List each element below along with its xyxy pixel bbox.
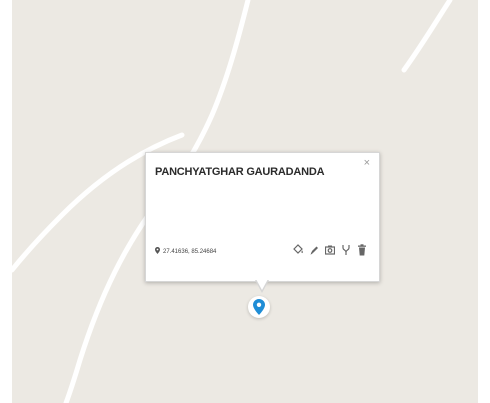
trash-icon[interactable] — [357, 243, 367, 256]
place-title: PANCHYATGHAR GAURADANDA — [155, 166, 325, 178]
popup-tail — [256, 279, 268, 290]
close-icon[interactable]: × — [364, 158, 370, 169]
info-popup: PANCHYATGHAR GAURADANDA × 27.41636, 85.2… — [145, 152, 380, 282]
fork-icon[interactable] — [341, 243, 351, 255]
screenshot-frame: PANCHYATGHAR GAURADANDA × 27.41636, 85.2… — [0, 0, 490, 403]
paint-bucket-icon[interactable] — [293, 243, 303, 255]
popup-actions — [293, 243, 367, 256]
camera-icon[interactable] — [324, 243, 336, 255]
map-pin-icon[interactable] — [248, 296, 270, 318]
pencil-icon[interactable] — [309, 243, 319, 255]
coordinates-row: 27.41636, 85.24684 — [155, 247, 216, 256]
road-top-right — [401, 0, 453, 73]
location-pin-icon — [155, 247, 160, 256]
coordinates-text: 27.41636, 85.24684 — [163, 248, 217, 255]
map-canvas[interactable]: PANCHYATGHAR GAURADANDA × 27.41636, 85.2… — [12, 0, 478, 403]
